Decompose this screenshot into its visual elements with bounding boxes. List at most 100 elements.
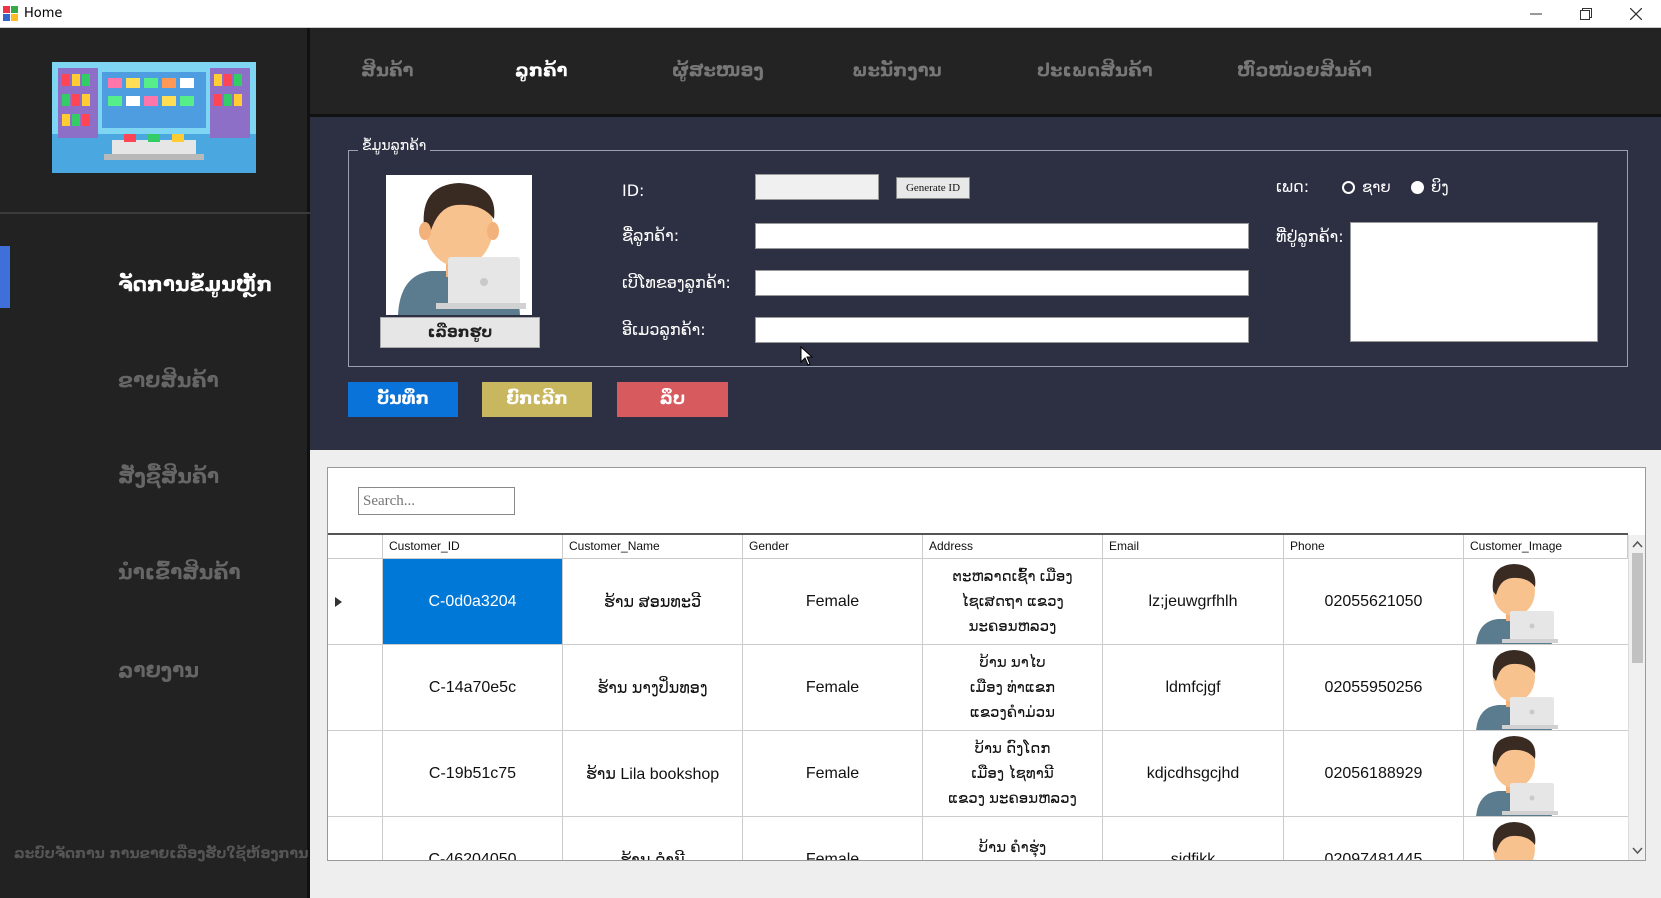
cell-customer-name[interactable]: ຮ້ານ Lila bookshop [563, 731, 743, 817]
cell-customer-id[interactable]: C-19b51c75 [383, 731, 563, 817]
search-input[interactable] [358, 487, 515, 515]
customer-address-label: ທີ່ຢູ່ລູກຄ້າ: [1276, 227, 1344, 246]
store-logo-image [52, 62, 256, 173]
customer-avatar-thumbnail [1466, 731, 1566, 816]
tab-product-units[interactable]: ຫົວໜ່ວຍສິນຄ້າ [1237, 60, 1372, 81]
tab-product-types[interactable]: ປະເພດສິນຄ້າ [1037, 60, 1153, 81]
cell-customer-name[interactable]: ຮ້ານ ນາງປິ່ນທອງ [563, 645, 743, 731]
customer-phone-field[interactable] [755, 270, 1249, 296]
cell-customer-image[interactable] [1464, 559, 1628, 645]
save-button[interactable]: ບັນທຶກ [348, 382, 458, 417]
gender-label: ເພດ: [1276, 177, 1310, 196]
tab-suppliers[interactable]: ຜູ້ສະໜອງ [672, 60, 764, 81]
customer-address-field[interactable] [1350, 222, 1598, 342]
scroll-up-icon[interactable] [1629, 537, 1646, 551]
sidebar-item-label: ຂາຍສິນຄ້າ [118, 368, 219, 392]
cell-customer-id[interactable]: C-14a70e5c [383, 645, 563, 731]
cell-customer-image[interactable] [1464, 817, 1628, 860]
cell-phone[interactable]: 02056188929 [1284, 731, 1464, 817]
radio-circle [1411, 181, 1424, 194]
customer-phone-label: ເບີໂທຂອງລູກຄ້າ: [622, 273, 731, 292]
sidebar-item-order[interactable]: ສັ່ງຊື້ສິນຄ້າ [0, 434, 310, 524]
row-header[interactable] [328, 645, 383, 731]
cell-gender[interactable]: Female [743, 559, 923, 645]
tab-products[interactable]: ສິນຄ້າ [361, 60, 414, 81]
column-header-gender[interactable]: Gender [743, 535, 923, 559]
generate-id-button[interactable]: Generate ID [896, 177, 970, 199]
cell-gender[interactable]: Female [743, 731, 923, 817]
row-header[interactable] [328, 817, 383, 860]
column-header-customer-image[interactable]: Customer_Image [1464, 535, 1628, 559]
sidebar-item-label: ສັ່ງຊື້ສິນຄ້າ [118, 464, 220, 488]
scrollbar-thumb[interactable] [1632, 553, 1643, 663]
customer-email-field[interactable] [755, 317, 1249, 343]
window-title: Home [24, 6, 63, 21]
restore-button[interactable] [1561, 0, 1611, 28]
row-header[interactable] [328, 731, 383, 817]
app-icon [3, 6, 18, 21]
cell-address[interactable]: ຕະຫລາດເຊົ້າ ເມືອງ ໄຊເສດຖາ ແຂວງ ນະຄອນຫລວງ [923, 559, 1103, 645]
gender-female-label: ຍິງ [1431, 178, 1449, 196]
cell-customer-name[interactable]: ຮ້ານ ສອນທະວີ [563, 559, 743, 645]
cell-customer-name[interactable]: ຮ້ານ ດໍານີ [563, 817, 743, 860]
cell-customer-image[interactable] [1464, 645, 1628, 731]
id-label: ID: [622, 181, 645, 200]
scroll-down-icon[interactable] [1629, 844, 1646, 858]
customer-email-label: ອີເມວລູກຄ້າ: [622, 320, 706, 339]
choose-image-button[interactable]: ເລືອກຮູບ [380, 317, 540, 348]
delete-button[interactable]: ລຶບ [617, 382, 728, 417]
cell-customer-id[interactable]: C-46204050 [383, 817, 563, 860]
cell-email[interactable]: sjdfjkk [1103, 817, 1284, 860]
groupbox-title: ຂໍ້ມູນລູກຄ້າ [358, 138, 431, 154]
cell-address[interactable]: ບ້ານ ດົງໂດກ ເມືອງ ໄຊທານີ ແຂວງ ນະຄອນຫລວງ [923, 731, 1103, 817]
top-nav: ສິນຄ້າ ລູກຄ້າ ຜູ້ສະໜອງ ພະນັກງານ ປະເພດສິນ… [310, 28, 1661, 117]
system-footer-text: ລະບົບຈັດການ ການຂາຍເລື່ອງຮັບໃຊ້ຫ້ອງການ [14, 846, 309, 862]
minimize-button[interactable] [1511, 0, 1561, 28]
column-header-phone[interactable]: Phone [1284, 535, 1464, 559]
cell-phone[interactable]: 02055950256 [1284, 645, 1464, 731]
tab-employees[interactable]: ພະນັກງານ [852, 60, 942, 81]
id-field[interactable] [755, 174, 879, 200]
column-header-email[interactable]: Email [1103, 535, 1284, 559]
sidebar-item-label: ລາຍງານ [118, 658, 199, 682]
customer-avatar-thumbnail [1466, 559, 1566, 644]
column-header-address[interactable]: Address [923, 535, 1103, 559]
sidebar-item-master-data[interactable]: ຈັດການຂໍ້ມູນຫຼັກ [0, 242, 310, 332]
sidebar-item-report[interactable]: ລາຍງານ [0, 628, 310, 718]
cell-email[interactable]: kdjcdhsgcjhd [1103, 731, 1284, 817]
cell-phone[interactable]: 02055621050 [1284, 559, 1464, 645]
sidebar-item-import[interactable]: ນໍາເຂົ້າສິນຄ້າ [0, 530, 310, 620]
table-vertical-scrollbar[interactable] [1628, 535, 1645, 860]
cell-email[interactable]: ldmfcjgf [1103, 645, 1284, 731]
column-header-customer-id[interactable]: Customer_ID [383, 535, 563, 559]
column-header-customer-name[interactable]: Customer_Name [563, 535, 743, 559]
logo-area [0, 28, 310, 214]
close-button[interactable] [1611, 0, 1661, 28]
window-titlebar: Home [0, 0, 1661, 28]
cell-address[interactable]: ບ້ານ ນາໄບ ເມືອງ ທ່າແຂກ ແຂວງຄໍາມ່ວນ [923, 645, 1103, 731]
cancel-button[interactable]: ຍົກເລີກ [482, 382, 592, 417]
row-header[interactable] [328, 559, 383, 645]
customer-avatar-thumbnail [1466, 817, 1566, 860]
sidebar-item-sell[interactable]: ຂາຍສິນຄ້າ [0, 338, 310, 428]
cell-gender[interactable]: Female [743, 817, 923, 860]
cell-email[interactable]: lz;jeuwgrfhlh [1103, 559, 1284, 645]
sidebar-item-label: ຈັດການຂໍ້ມູນຫຼັກ [118, 272, 273, 296]
cell-address[interactable]: ບ້ານ ຄໍາຮຸ່ງ ເມືອງໄຊທານີ [923, 817, 1103, 860]
sidebar: ຈັດການຂໍ້ມູນຫຼັກ ຂາຍສິນຄ້າ ສັ່ງຊື້ສິນຄ້າ… [0, 28, 310, 898]
close-icon [1630, 8, 1642, 20]
row-header-corner [328, 535, 383, 559]
sidebar-item-label: ນໍາເຂົ້າສິນຄ້າ [118, 560, 241, 584]
cell-phone[interactable]: 02097481445 [1284, 817, 1464, 860]
customer-name-label: ຊື່ລູກຄ້າ: [622, 226, 680, 245]
active-indicator [0, 246, 10, 308]
gender-male-label: ຊາຍ [1362, 178, 1391, 196]
tab-customers[interactable]: ລູກຄ້າ [515, 60, 568, 81]
customer-avatar-thumbnail [1466, 645, 1566, 730]
cell-gender[interactable]: Female [743, 645, 923, 731]
radio-circle [1342, 181, 1355, 194]
customer-name-field[interactable] [755, 223, 1249, 249]
customer-table: Customer_ID Customer_Name Gender Address… [328, 533, 1628, 860]
cell-customer-image[interactable] [1464, 731, 1628, 817]
cell-customer-id[interactable]: C-0d0a3204 [383, 559, 563, 645]
